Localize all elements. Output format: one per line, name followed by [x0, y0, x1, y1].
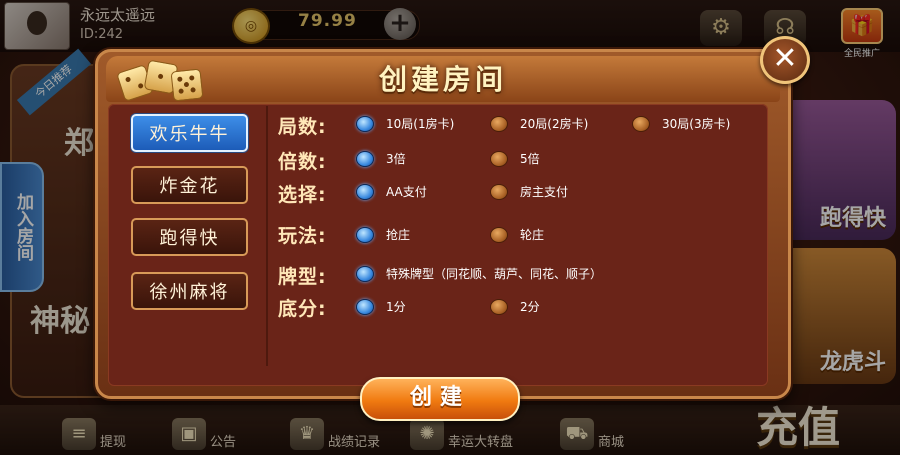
tab-zhajinhua[interactable]: 炸金花: [131, 166, 248, 204]
radio-unselected: [490, 115, 508, 132]
radio-selected: [356, 183, 374, 200]
cardtype-label: 牌型:: [278, 266, 327, 288]
radio-unselected: [490, 150, 508, 167]
tab-xuzhou-majiang[interactable]: 徐州麻将: [131, 272, 248, 310]
multiplier-option-3[interactable]: 3倍: [356, 150, 406, 167]
option-label: 轮庄: [520, 228, 545, 242]
create-room-button[interactable]: 创建: [360, 377, 520, 421]
dialog-title: 创建房间: [378, 63, 507, 96]
radio-unselected: [632, 115, 650, 132]
mode-label: 玩法:: [278, 225, 327, 247]
choice-option-host[interactable]: 房主支付: [490, 183, 568, 200]
option-label: AA支付: [386, 185, 427, 199]
dialog-divider: [266, 106, 268, 366]
radio-selected: [356, 226, 374, 243]
option-label: 抢庄: [386, 228, 411, 242]
rounds-option-20[interactable]: 20局(2房卡): [490, 115, 588, 132]
option-label: 1分: [386, 300, 406, 314]
rounds-option-10[interactable]: 10局(1房卡): [356, 115, 454, 132]
multiplier-label: 倍数:: [278, 151, 327, 173]
rounds-option-30[interactable]: 30局(3房卡): [632, 115, 730, 132]
radio-selected: [356, 265, 374, 282]
choice-label: 选择:: [278, 184, 327, 206]
option-label: 2分: [520, 300, 540, 314]
base-label: 底分:: [278, 298, 327, 320]
option-label: 30局(3房卡): [662, 117, 731, 131]
mode-option-grab[interactable]: 抢庄: [356, 226, 410, 243]
radio-selected: [356, 150, 374, 167]
option-label: 10局(1房卡): [386, 117, 455, 131]
multiplier-option-5[interactable]: 5倍: [490, 150, 540, 167]
radio-unselected: [490, 226, 508, 243]
radio-selected: [356, 298, 374, 315]
rounds-label: 局数:: [278, 116, 327, 138]
option-label: 5倍: [520, 152, 540, 166]
radio-unselected: [490, 183, 508, 200]
radio-selected: [356, 115, 374, 132]
tab-huanle-niuniu[interactable]: 欢乐牛牛: [131, 114, 248, 152]
option-label: 20局(2房卡): [520, 117, 589, 131]
cardtype-option-special[interactable]: 特殊牌型（同花顺、葫芦、同花、顺子）: [356, 265, 602, 282]
close-icon[interactable]: ✕: [760, 36, 810, 84]
mode-option-rotate[interactable]: 轮庄: [490, 226, 544, 243]
radio-unselected: [490, 298, 508, 315]
tab-paodekuai[interactable]: 跑得快: [131, 218, 248, 256]
option-label: 房主支付: [520, 185, 569, 199]
choice-option-aa[interactable]: AA支付: [356, 183, 427, 200]
option-label: 3倍: [386, 152, 406, 166]
base-option-2[interactable]: 2分: [490, 298, 540, 315]
option-label: 特殊牌型（同花顺、葫芦、同花、顺子）: [386, 267, 603, 281]
base-option-1[interactable]: 1分: [356, 298, 406, 315]
